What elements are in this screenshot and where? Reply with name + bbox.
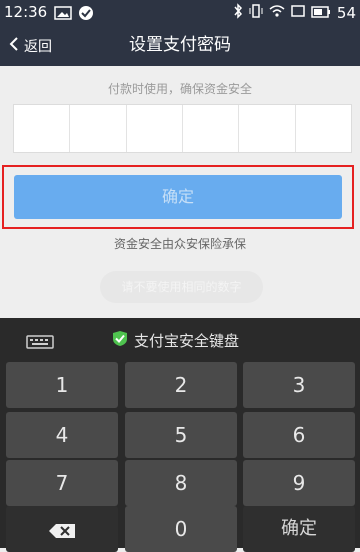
password-digit-cell[interactable] [239, 105, 296, 152]
toast-message: 请不要使用相同的数字 [100, 271, 263, 303]
key-3[interactable]: 3 [243, 362, 355, 408]
key-0[interactable]: 0 [125, 506, 237, 552]
bluetooth-icon [233, 3, 243, 23]
key-7[interactable]: 7 [6, 460, 118, 506]
delete-button[interactable] [6, 506, 118, 552]
confirm-button[interactable]: 确定 [14, 175, 342, 219]
vibrate-icon [249, 3, 263, 23]
check-circle-icon [78, 4, 94, 21]
signal-icon [291, 4, 305, 22]
highlight-box: 确定 [2, 165, 354, 229]
keyboard-confirm-button[interactable]: 确定 [243, 506, 355, 552]
app-header: 返回 设置支付密码 [0, 25, 360, 66]
status-time: 12:36 [4, 3, 48, 21]
insurance-note: 资金安全由众安保险承保 [113, 237, 246, 251]
key-5[interactable]: 5 [125, 412, 237, 458]
shield-check-icon [112, 330, 128, 351]
wifi-icon [269, 4, 285, 22]
image-icon [54, 4, 72, 21]
password-digit-cell[interactable] [183, 105, 240, 152]
key-2[interactable]: 2 [125, 362, 237, 408]
password-hint: 付款时使用，确保资金安全 [107, 82, 252, 96]
key-8[interactable]: 8 [125, 460, 237, 506]
password-input[interactable] [13, 104, 352, 153]
keyboard-title: 支付宝安全键盘 [134, 332, 240, 350]
key-6[interactable]: 6 [243, 412, 355, 458]
battery-icon [311, 4, 331, 22]
keyboard-title-group: 支付宝安全键盘 [112, 330, 239, 351]
password-digit-cell[interactable] [127, 105, 183, 152]
key-9[interactable]: 9 [243, 460, 355, 506]
status-bar: 12:36 54 [0, 0, 360, 25]
keyboard-header: 支付宝安全键盘 [0, 318, 360, 360]
battery-level: 54 [336, 4, 356, 22]
secure-keyboard: 支付宝安全键盘 1 2 3 4 5 6 7 8 9 0 确定 [0, 318, 360, 552]
keyboard-icon[interactable] [26, 334, 54, 349]
password-digit-cell[interactable] [14, 105, 71, 152]
page-title: 设置支付密码 [129, 35, 231, 55]
password-digit-cell[interactable] [296, 105, 351, 152]
key-4[interactable]: 4 [6, 412, 118, 458]
password-digit-cell[interactable] [70, 105, 127, 152]
key-1[interactable]: 1 [6, 362, 118, 408]
backspace-icon [49, 517, 75, 541]
